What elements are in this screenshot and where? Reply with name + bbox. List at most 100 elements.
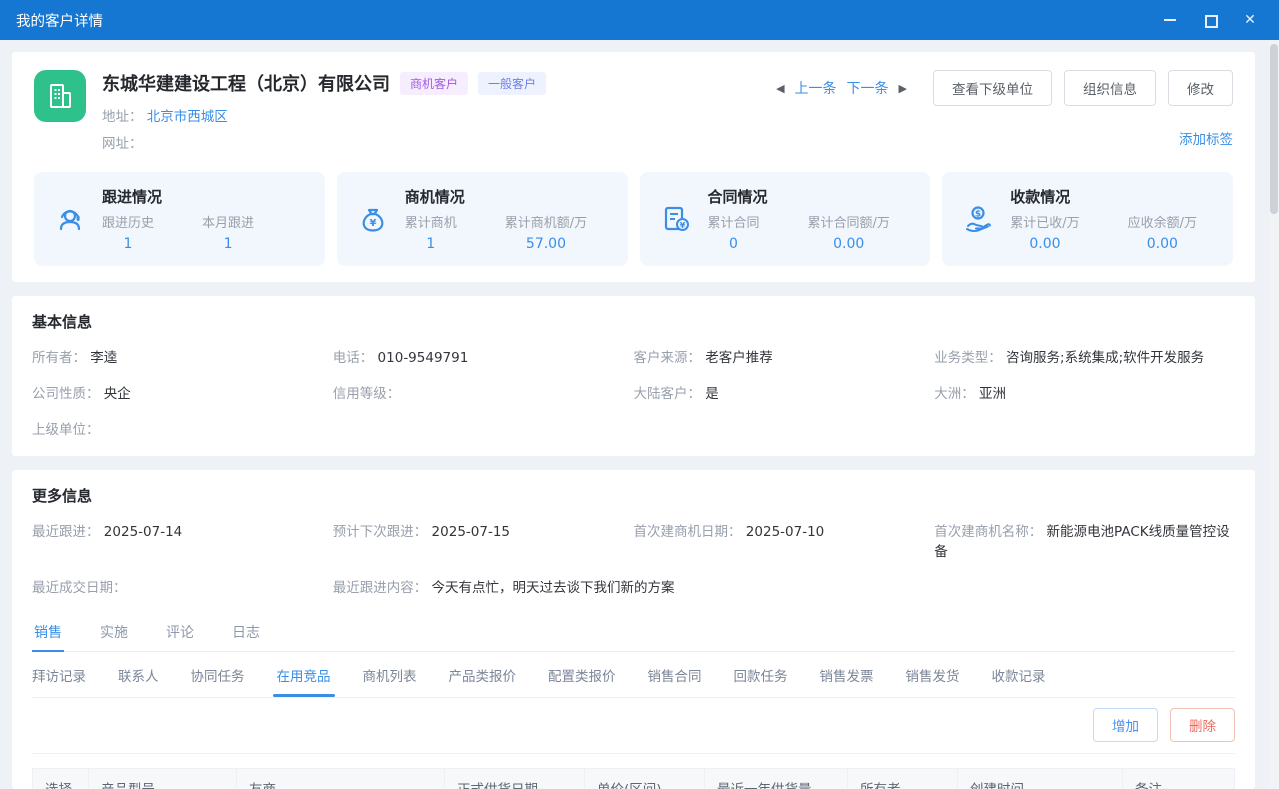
metric-value: 0.00 (808, 236, 890, 252)
col-remark: 备注 (1123, 769, 1235, 789)
subtab-product-quotes[interactable]: 产品类报价 (449, 665, 517, 697)
field-continent: 大洲： 亚洲 (934, 382, 1235, 402)
metric-value: 0.00 (1128, 236, 1197, 252)
hand-coin-icon: $ (960, 202, 996, 236)
field-business-type: 业务类型： 咨询服务;系统集成;软件开发服务 (934, 346, 1235, 366)
metric-value: 1 (102, 236, 154, 252)
next-arrow-icon[interactable]: ▶ (899, 82, 907, 95)
metric-label: 跟进历史 (102, 212, 154, 231)
svg-text:¥: ¥ (369, 218, 376, 229)
add-tag-link[interactable]: 添加标签 (1179, 128, 1233, 148)
metric-label: 本月跟进 (202, 212, 254, 231)
close-icon[interactable]: ✕ (1243, 13, 1257, 27)
edit-button[interactable]: 修改 (1168, 70, 1233, 106)
field-first-opportunity-date: 首次建商机日期： 2025-07-10 (634, 520, 935, 560)
tab-logs[interactable]: 日志 (230, 614, 262, 651)
stat-card-follow-up: 跟进情况 跟进历史 1 本月跟进 1 (34, 172, 325, 266)
field-last-follow-up: 最近跟进： 2025-07-14 (32, 520, 333, 560)
more-info-title: 更多信息 (32, 485, 1235, 506)
stat-card-payment: $ 收款情况 累计已收/万 0.00 应收余额/万 0.0 (942, 172, 1233, 266)
field-mainland-customer: 大陆客户： 是 (634, 382, 935, 402)
prev-record-link[interactable]: 上一条 (795, 78, 837, 98)
basic-info-card: 基本信息 所有者： 李逵 电话： 010-9549791 客户来源： 老客户推荐… (12, 296, 1255, 456)
stats-row: 跟进情况 跟进历史 1 本月跟进 1 (34, 172, 1233, 266)
stat-title: 合同情况 (708, 186, 913, 207)
prev-arrow-icon[interactable]: ◀ (776, 82, 784, 95)
field-owner: 所有者： 李逵 (32, 346, 333, 366)
col-owner: 所有者 (848, 769, 958, 789)
headset-person-icon (52, 202, 88, 236)
field-customer-source: 客户来源： 老客户推荐 (634, 346, 935, 366)
svg-text:¥: ¥ (679, 221, 685, 230)
website-label: 网址： (102, 136, 143, 152)
field-phone: 电话： 010-9549791 (333, 346, 634, 366)
subtab-competing-products[interactable]: 在用竞品 (277, 665, 331, 697)
metric-value: 0.00 (1010, 236, 1079, 252)
col-created-at: 创建时间 (958, 769, 1123, 789)
sub-tabs: 拜访记录 联系人 协同任务 在用竞品 商机列表 产品类报价 配置类报价 销售合同… (32, 652, 1235, 698)
next-record-link[interactable]: 下一条 (847, 78, 889, 98)
tab-implementation[interactable]: 实施 (98, 614, 130, 651)
field-first-opportunity-name: 首次建商机名称： 新能源电池PACK线质量管控设备 (934, 520, 1235, 560)
window-controls: ✕ (1163, 13, 1257, 27)
field-company-nature: 公司性质： 央企 (32, 382, 333, 402)
company-name: 东城华建建设工程（北京）有限公司 (102, 70, 390, 96)
metric-label: 累计合同额/万 (808, 212, 890, 231)
stat-card-opportunity: ¥ 商机情况 累计商机 1 累计商机额/万 57.00 (337, 172, 628, 266)
subtab-sales-contracts[interactable]: 销售合同 (648, 665, 702, 697)
col-last-year-volume: 最近一年供货量 (705, 769, 848, 789)
stat-title: 商机情况 (405, 186, 610, 207)
maximize-icon[interactable] (1203, 13, 1217, 27)
window-title: 我的客户详情 (16, 10, 103, 31)
tab-comments[interactable]: 评论 (164, 614, 196, 651)
metric-label: 累计商机额/万 (505, 212, 587, 231)
basic-info-title: 基本信息 (32, 311, 1235, 332)
metric-label: 累计合同 (708, 212, 760, 231)
add-button[interactable]: 增加 (1093, 708, 1158, 742)
vertical-scrollbar[interactable] (1269, 40, 1279, 789)
field-last-follow-up-content: 最近跟进内容： 今天有点忙，明天过去谈下我们新的方案 (333, 576, 1235, 596)
tag-normal-customer: 一般客户 (478, 72, 546, 95)
field-last-deal-date: 最近成交日期： (32, 576, 333, 596)
field-parent-unit: 上级单位： (32, 418, 333, 438)
subtab-opportunity-list[interactable]: 商机列表 (363, 665, 417, 697)
page-content: 东城华建建设工程（北京）有限公司 商机客户 一般客户 地址： 北京市西城区 网址… (0, 40, 1267, 789)
address-link[interactable]: 北京市西城区 (147, 109, 228, 125)
scrollbar-thumb[interactable] (1270, 44, 1278, 214)
metric-label: 累计商机 (405, 212, 457, 231)
view-subordinate-units-button[interactable]: 查看下级单位 (933, 70, 1052, 106)
organization-info-button[interactable]: 组织信息 (1064, 70, 1156, 106)
subtab-config-quotes[interactable]: 配置类报价 (548, 665, 616, 697)
subtab-sales-invoices[interactable]: 销售发票 (820, 665, 874, 697)
subtab-collaborative-tasks[interactable]: 协同任务 (191, 665, 245, 697)
field-credit-rating: 信用等级： (333, 382, 634, 402)
window-titlebar: 我的客户详情 ✕ (0, 0, 1279, 40)
metric-label: 累计已收/万 (1010, 212, 1079, 231)
tab-sales[interactable]: 销售 (32, 614, 64, 651)
table-toolbar: 增加 删除 (32, 698, 1235, 754)
contract-icon: ¥ (658, 202, 694, 236)
more-info-card: 更多信息 最近跟进： 2025-07-14 预计下次跟进： 2025-07-15… (12, 470, 1255, 789)
delete-button[interactable]: 删除 (1170, 708, 1235, 742)
field-next-follow-up: 预计下次跟进： 2025-07-15 (333, 520, 634, 560)
col-vendor: 友商 (237, 769, 445, 789)
stat-title: 收款情况 (1010, 186, 1215, 207)
subtab-payment-records[interactable]: 收款记录 (992, 665, 1046, 697)
tag-opportunity-customer: 商机客户 (400, 72, 468, 95)
subtab-payment-tasks[interactable]: 回款任务 (734, 665, 788, 697)
col-select: 选择 (33, 769, 89, 789)
metric-label: 应收余额/万 (1128, 212, 1197, 231)
metric-value: 1 (202, 236, 254, 252)
subtab-sales-shipments[interactable]: 销售发货 (906, 665, 960, 697)
competing-products-table: 选择 产品型号 友商 正式供货日期 单价(区间) 最近一年供货量 所有者 创建时… (32, 768, 1235, 789)
metric-value: 57.00 (505, 236, 587, 252)
stat-title: 跟进情况 (102, 186, 307, 207)
col-unit-price: 单价(区间) (585, 769, 705, 789)
money-bag-icon: ¥ (355, 202, 391, 236)
subtab-contacts[interactable]: 联系人 (118, 665, 159, 697)
stat-card-contract: ¥ 合同情况 累计合同 0 累计合同额/万 0.00 (640, 172, 931, 266)
subtab-visit-records[interactable]: 拜访记录 (32, 665, 86, 697)
metric-value: 0 (708, 236, 760, 252)
metric-value: 1 (405, 236, 457, 252)
minimize-icon[interactable] (1163, 13, 1177, 27)
